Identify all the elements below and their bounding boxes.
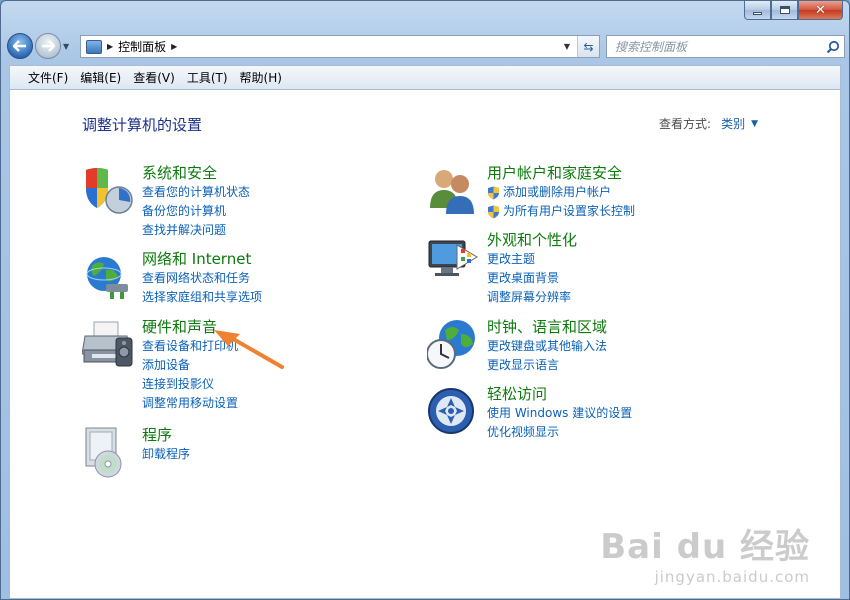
link-display-language[interactable]: 更改显示语言	[487, 356, 607, 375]
link-connect-projector[interactable]: 连接到投影仪	[142, 375, 238, 394]
forward-button[interactable]	[35, 33, 61, 59]
menu-edit[interactable]: 编辑(E)	[74, 67, 127, 89]
link-label[interactable]: 添加或删除用户帐户	[503, 183, 611, 202]
content-pane: 调整计算机的设置 查看方式: 类别 ▼ 系统和安全 查看您的计算机状态 备份您的…	[9, 89, 841, 599]
search-box	[606, 35, 845, 58]
maximize-icon	[779, 6, 790, 14]
control-panel-icon	[86, 39, 102, 54]
category-ease-of-access: 轻松访问 使用 Windows 建议的设置 优化视频显示	[427, 385, 632, 442]
printer-icon	[82, 321, 133, 367]
control-panel-window: ✕ ▼ ▶ 控制面板 ▶ ▼ ⇆ 文件(F) 编辑(E) 查看(V) 工具(T)…	[0, 0, 850, 600]
link-desktop-background[interactable]: 更改桌面背景	[487, 269, 577, 288]
link-backup-computer[interactable]: 备份您的计算机	[142, 202, 250, 221]
link-view-computer-status[interactable]: 查看您的计算机状态	[142, 183, 250, 202]
link-uninstall-program[interactable]: 卸载程序	[142, 445, 190, 464]
address-dropdown[interactable]: ▼	[559, 36, 575, 57]
maximize-button[interactable]	[771, 1, 798, 20]
link-mobility-settings[interactable]: 调整常用移动设置	[142, 394, 238, 413]
uac-shield-icon	[488, 186, 499, 199]
users-icon	[430, 170, 474, 214]
minimize-icon	[753, 11, 762, 15]
chevron-right-icon[interactable]: ▶	[171, 42, 177, 51]
navigation-bar: ▼ ▶ 控制面板 ▶ ▼ ⇆	[7, 29, 845, 63]
menu-bar: 文件(F) 编辑(E) 查看(V) 工具(T) 帮助(H)	[9, 65, 841, 89]
link-screen-resolution[interactable]: 调整屏幕分辨率	[487, 288, 577, 307]
system-security-icon	[86, 168, 133, 214]
menu-file[interactable]: 文件(F)	[22, 67, 74, 89]
category-title[interactable]: 轻松访问	[487, 385, 632, 403]
link-homegroup-sharing[interactable]: 选择家庭组和共享选项	[142, 288, 262, 307]
chevron-right-icon[interactable]: ▶	[107, 42, 113, 51]
link-change-theme[interactable]: 更改主题	[487, 250, 577, 269]
arrow-right-icon	[42, 40, 55, 52]
search-icon[interactable]	[826, 40, 840, 54]
close-icon: ✕	[815, 2, 826, 18]
link-add-remove-accounts[interactable]: 添加或删除用户帐户	[487, 183, 635, 202]
page-title: 调整计算机的设置	[82, 116, 203, 134]
category-programs: 程序 卸载程序	[82, 426, 190, 478]
category-appearance: 外观和个性化 更改主题 更改桌面背景 调整屏幕分辨率	[427, 231, 577, 307]
category-title[interactable]: 程序	[142, 426, 190, 444]
category-network-internet: 网络和 Internet 查看网络状态和任务 选择家庭组和共享选项	[82, 250, 262, 307]
watermark: Bai du 经验 jingyan.baidu.com	[600, 519, 810, 586]
menu-tools[interactable]: 工具(T)	[181, 67, 234, 89]
view-by-label: 查看方式:	[659, 117, 712, 131]
network-globe-icon	[86, 257, 128, 299]
ease-of-access-icon	[428, 388, 474, 434]
programs-disc-icon	[85, 427, 122, 478]
refresh-button[interactable]: ⇆	[577, 36, 599, 57]
category-title[interactable]: 网络和 Internet	[142, 250, 262, 268]
caption-buttons: ✕	[744, 1, 843, 21]
address-bar[interactable]: ▶ 控制面板 ▶ ▼ ⇆	[80, 35, 600, 58]
link-troubleshoot[interactable]: 查找并解决问题	[142, 221, 250, 240]
menu-view[interactable]: 查看(V)	[127, 67, 181, 89]
link-network-status[interactable]: 查看网络状态和任务	[142, 269, 262, 288]
watermark-url: jingyan.baidu.com	[654, 568, 810, 586]
view-by: 查看方式: 类别 ▼	[659, 115, 758, 132]
link-label[interactable]: 为所有用户设置家长控制	[503, 202, 635, 221]
category-user-accounts: 用户帐户和家庭安全 添加或删除用户帐户 为所有用户设置家长控制	[427, 164, 635, 221]
category-title[interactable]: 时钟、语言和区域	[487, 318, 607, 336]
monitor-palette-icon	[428, 240, 478, 276]
menu-help[interactable]: 帮助(H)	[234, 67, 288, 89]
category-system-security: 系统和安全 查看您的计算机状态 备份您的计算机 查找并解决问题	[82, 164, 250, 240]
annotation-arrow	[214, 330, 284, 369]
link-keyboard-input[interactable]: 更改键盘或其他输入法	[487, 337, 607, 356]
category-clock-language: 时钟、语言和区域 更改键盘或其他输入法 更改显示语言	[427, 318, 607, 375]
arrow-left-icon	[13, 40, 26, 52]
minimize-button[interactable]	[744, 1, 771, 20]
caret-down-icon[interactable]: ▼	[751, 119, 758, 129]
link-optimize-display[interactable]: 优化视频显示	[487, 423, 632, 442]
link-parental-controls[interactable]: 为所有用户设置家长控制	[487, 202, 635, 221]
uac-shield-icon	[488, 205, 499, 218]
category-title[interactable]: 系统和安全	[142, 164, 250, 182]
close-button[interactable]: ✕	[798, 1, 843, 20]
recent-pages-dropdown[interactable]: ▼	[63, 42, 73, 51]
breadcrumb-control-panel[interactable]: 控制面板	[118, 38, 166, 55]
watermark-logo: Bai du 经验	[600, 527, 810, 567]
view-by-value[interactable]: 类别	[721, 115, 745, 132]
link-windows-recommended[interactable]: 使用 Windows 建议的设置	[487, 404, 632, 423]
back-button[interactable]	[7, 33, 33, 59]
category-title[interactable]: 用户帐户和家庭安全	[487, 164, 635, 182]
category-title[interactable]: 外观和个性化	[487, 231, 577, 249]
clock-globe-icon	[427, 320, 475, 369]
search-input[interactable]	[607, 36, 817, 57]
